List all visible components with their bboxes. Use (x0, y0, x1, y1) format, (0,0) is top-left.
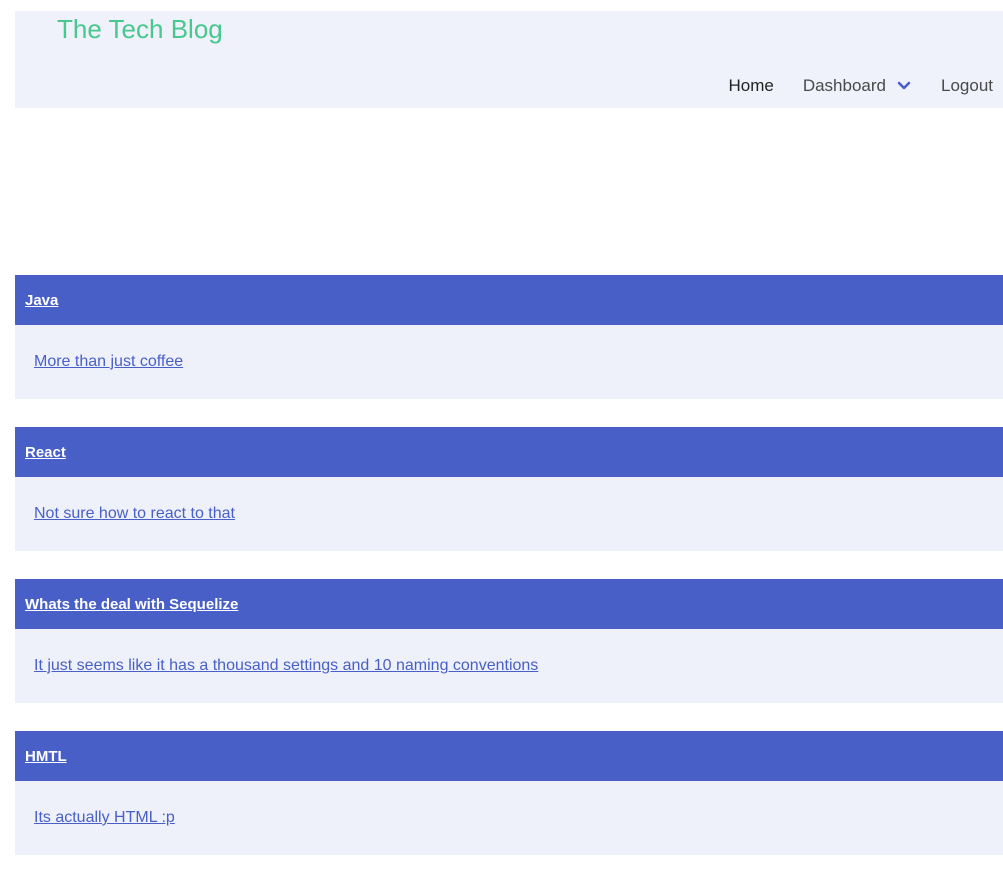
post-summary-link[interactable]: Its actually HTML :p (34, 809, 175, 827)
post-title-link[interactable]: HMTL (25, 748, 67, 765)
post-title-link[interactable]: Java (25, 292, 58, 309)
nav-dashboard-label: Dashboard (802, 76, 886, 95)
post-header: HMTL (15, 731, 1003, 781)
post-card: HMTL Its actually HTML :p (15, 731, 1003, 855)
post-card: Whats the deal with Sequelize It just se… (15, 579, 1003, 703)
post-body: Its actually HTML :p (15, 781, 1003, 855)
nav-dashboard-dropdown[interactable]: Dashboard (803, 75, 912, 97)
post-title-link[interactable]: React (25, 444, 66, 461)
post-body: It just seems like it has a thousand set… (15, 629, 1003, 703)
post-body: Not sure how to react to that (15, 477, 1003, 551)
post-body: More than just coffee (15, 325, 1003, 399)
nav-menu: Home Dashboard Logout (728, 75, 993, 97)
chevron-down-icon (897, 81, 911, 90)
post-summary-link[interactable]: More than just coffee (34, 353, 183, 371)
post-summary-link[interactable]: It just seems like it has a thousand set… (34, 657, 538, 675)
post-header: React (15, 427, 1003, 477)
post-list: Java More than just coffee React Not sur… (15, 275, 1003, 883)
post-title-link[interactable]: Whats the deal with Sequelize (25, 596, 238, 613)
post-card: Java More than just coffee (15, 275, 1003, 399)
brand-link[interactable]: The Tech Blog (57, 13, 223, 45)
navbar: The Tech Blog Home Dashboard Logout (15, 11, 1003, 108)
nav-home-link[interactable]: Home (728, 75, 773, 97)
post-summary-link[interactable]: Not sure how to react to that (34, 505, 235, 523)
post-card: React Not sure how to react to that (15, 427, 1003, 551)
nav-logout-link[interactable]: Logout (941, 75, 993, 97)
post-header: Java (15, 275, 1003, 325)
post-header: Whats the deal with Sequelize (15, 579, 1003, 629)
